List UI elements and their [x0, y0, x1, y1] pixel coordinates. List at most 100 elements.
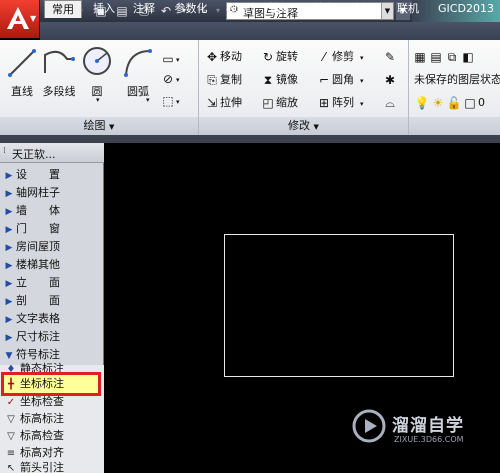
layer-tools-row[interactable]: ▦ ▤ ⧉ ◧: [412, 48, 500, 66]
palette-item-stairs[interactable]: ▶ 楼梯其他: [2, 256, 100, 274]
boundary-button[interactable]: ⬚ ▾: [160, 92, 196, 110]
lightbulb-icon: 💡: [414, 96, 430, 110]
palette-item-label: 门 窗: [16, 222, 60, 235]
rotate-button[interactable]: ↻ 旋转: [260, 48, 314, 66]
rotate-label: 旋转: [276, 50, 298, 63]
ribbon-tab-bar: [40, 22, 500, 40]
stretch-button[interactable]: ⇲ 拉伸: [204, 94, 260, 112]
drawn-rectangle[interactable]: [224, 234, 454, 377]
array-icon: ⊞: [318, 96, 330, 110]
modify-panel-title[interactable]: 修改 ▼: [199, 117, 408, 135]
layer-state-icon: ▤: [430, 50, 442, 64]
palette-item-elevation[interactable]: ▶ 立 面: [2, 274, 100, 292]
fillet-button[interactable]: ⌐ 圆角 ▾: [316, 71, 378, 89]
tab-plugins[interactable]: 插件: [348, 0, 384, 18]
fillet-icon: ⌐: [318, 73, 330, 87]
erase-button[interactable]: ✎: [382, 48, 404, 66]
palette-item-label: 立 面: [16, 276, 60, 289]
sun-icon: ☀: [432, 96, 444, 110]
array-label: 阵列: [332, 96, 354, 109]
rotate-icon: ↻: [262, 50, 274, 64]
watermark-name: 溜溜自学: [392, 416, 464, 436]
palette-item-label: 尺寸标注: [16, 330, 60, 343]
arrow-leader-icon: ↖: [6, 463, 16, 473]
palette-item-dimension[interactable]: ▶ 尺寸标注: [2, 328, 100, 346]
chevron-down-icon: ▼: [313, 123, 319, 131]
chevron-right-icon: ▶: [5, 225, 13, 235]
layer-panel-title[interactable]: [409, 117, 500, 135]
line-label: 直线: [11, 85, 33, 98]
chevron-right-icon: ▶: [5, 261, 13, 271]
arc-dropdown-icon[interactable]: ▾: [146, 96, 150, 104]
tab-online[interactable]: 联机: [390, 0, 426, 18]
layer-properties-icon: ▦: [414, 50, 426, 64]
copy-icon: ⎘: [207, 73, 217, 87]
chevron-right-icon: ▶: [5, 207, 13, 217]
palette-header[interactable]: ⁞ 天正软...: [0, 143, 104, 163]
palette-item-label: 文字表格: [16, 312, 60, 325]
tab-output[interactable]: 输出: [306, 0, 342, 18]
modify-panel-label: 修改: [288, 119, 311, 132]
palette-item-door-window[interactable]: ▶ 门 窗: [2, 220, 100, 238]
ribbon-bottom-edge: [0, 135, 500, 143]
copy-button[interactable]: ⎘ 复制: [204, 71, 260, 89]
arc-icon: [124, 49, 152, 77]
palette-item-room-roof[interactable]: ▶ 房间屋顶: [2, 238, 100, 256]
submenu-item-label: 标高标注: [20, 412, 64, 425]
submenu-item-label: 标高检查: [20, 429, 64, 442]
boundary-icon: ⬚: [162, 94, 174, 108]
scale-button[interactable]: ◰ 缩放: [260, 94, 314, 112]
coordinate-check-icon: ✓: [6, 397, 16, 408]
explode-button[interactable]: ✱: [382, 71, 404, 89]
palette-item-label: 设 置: [16, 168, 60, 181]
trim-icon: ⁄: [322, 50, 325, 64]
tab-gicd2013[interactable]: GICD2013: [432, 0, 500, 18]
layer-isolate-icon: ◧: [462, 50, 474, 64]
autocad-logo-icon: [7, 7, 29, 29]
tab-annotate[interactable]: 注释: [126, 0, 162, 18]
palette-item-section[interactable]: ▶ 剖 面: [2, 292, 100, 310]
layer-dropdown[interactable]: 💡 ☀ 🔓 □ 0: [414, 94, 500, 112]
trim-button[interactable]: ⁄ 修剪 ▾: [316, 48, 378, 66]
application-menu-button[interactable]: ▼: [0, 0, 40, 38]
palette-item-wall[interactable]: ▶ 墙 体: [2, 202, 100, 220]
palette-item-text-table[interactable]: ▶ 文字表格: [2, 310, 100, 328]
grip-icon: ⁞: [3, 146, 6, 156]
tab-insert[interactable]: 插入: [86, 0, 122, 18]
mirror-button[interactable]: ⧗ 镜像: [260, 71, 314, 89]
draw-panel-title[interactable]: 绘图 ▼: [0, 117, 198, 135]
chevron-right-icon: ▶: [5, 315, 13, 325]
tab-view[interactable]: 视图: [220, 0, 254, 18]
line-button[interactable]: 直线: [4, 45, 40, 101]
tab-manage[interactable]: 管理: [262, 0, 298, 18]
submenu-item-arrow-leader[interactable]: ↖ 箭头引注: [2, 461, 100, 473]
watermark: 溜溜自学 ZIXUE.3D66.COM: [352, 405, 472, 455]
tab-home[interactable]: 常用: [44, 0, 82, 18]
circle-icon: [83, 47, 111, 75]
submenu-item-elevation-annotation[interactable]: ▽ 标高标注: [2, 410, 100, 427]
submenu-item-coordinate-check[interactable]: ✓ 坐标检查: [2, 393, 100, 410]
submenu-item-elevation-check[interactable]: ▽ 标高检查: [2, 427, 100, 444]
mirror-label: 镜像: [276, 73, 298, 86]
rectangle-button[interactable]: ▭ ▾: [160, 50, 196, 68]
circle-dropdown-icon[interactable]: ▾: [96, 96, 100, 104]
circle-button[interactable]: 圆: [80, 45, 114, 101]
array-button[interactable]: ⊞ 阵列 ▾: [316, 94, 378, 112]
elevation-align-icon: ≡: [6, 448, 16, 459]
palette-item-axis-column[interactable]: ▶ 轴网柱子: [2, 184, 100, 202]
arc-button[interactable]: 圆弧: [118, 45, 158, 101]
palette-item-label: 剖 面: [16, 294, 60, 307]
elevation-annotation-icon: ▽: [7, 414, 15, 425]
chevron-right-icon: ▶: [5, 189, 13, 199]
hatch-button[interactable]: ⊘ ▾: [160, 70, 196, 88]
stretch-label: 拉伸: [220, 96, 242, 109]
palette-item-settings[interactable]: ▶ 设 置: [2, 166, 100, 184]
move-button[interactable]: ✥ 移动: [204, 48, 260, 66]
offset-button[interactable]: ⌓: [382, 94, 404, 112]
layer-state-dropdown[interactable]: 未保存的图层状态: [414, 71, 500, 89]
submenu-item-elevation-align[interactable]: ≡ 标高对齐: [2, 444, 100, 461]
chevron-down-icon: ▼: [30, 14, 37, 23]
polyline-button[interactable]: 多段线: [40, 45, 78, 101]
palette-item-label: 墙 体: [16, 204, 60, 217]
tab-parametric[interactable]: 参数化: [168, 0, 214, 18]
